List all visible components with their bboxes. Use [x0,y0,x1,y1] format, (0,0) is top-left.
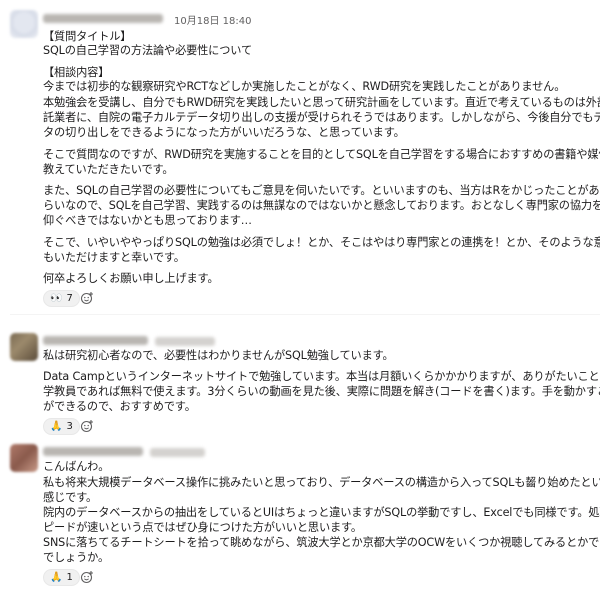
message-line: また、SQLの自己学習の必要性についてもご意見を伺いたいです。といいますのも、当… [43,184,600,197]
message-line: 私も将来大規模データベース操作に挑みたいと思っており、データベースの構造から入っ… [43,476,600,489]
add-reaction-icon[interactable] [80,291,94,305]
message-line: ピードが速いという点ではぜひ身につけた方がいいと思います。 [43,521,362,534]
message-line: ができるので、おすすめです。 [43,400,196,413]
pray-emoji-icon: 🙏 [50,572,63,583]
author-name-blurred[interactable] [43,447,143,456]
add-reaction-icon[interactable] [80,419,94,433]
message-line: こんばんわ。 [43,460,110,473]
message-line: 【質問タイトル】 [43,30,132,43]
message-line: 仰ぐべきではないかとも思っております… [43,214,252,227]
message-timestamp[interactable]: 10月18日 18:40 [174,12,251,27]
avatar[interactable] [10,444,38,472]
message-line: らいなので、SQLを自己学習、実践するのは無謀なのではないかと懸念しております。… [43,199,600,212]
message-line: 院内のデータベースからの抽出をしているとUIはちょっと違いますがSQLの挙動です… [43,506,600,519]
message-divider [10,314,600,315]
message-line: 本勉強会を受講し、自分でもRWD研究を実践したいと思って研究計画をしています。直… [43,96,600,109]
reaction-pray[interactable]: 🙏 3 [43,418,80,435]
author-name-blurred[interactable] [43,14,163,23]
timestamp-blurred[interactable] [155,337,215,346]
reaction-eyes[interactable]: 👀 7 [43,290,80,307]
reaction-count: 3 [66,421,73,432]
message-line: もいただけますと幸いです。 [43,251,185,264]
message-line: SNSに落ちてるチートシートを拾って眺めながら、筑波大学とか京都大学のOCWをい… [43,536,600,549]
author-name-blurred[interactable] [43,336,148,345]
pray-emoji-icon: 🙏 [50,421,63,432]
message-1: 10月18日 18:40 【質問タイトル】 SQLの自己学習の方法論や必要性につ… [0,0,600,307]
message-line: 今までは初歩的な観察研究やRCTなどしか実施したことがなく、RWD研究を実践した… [43,80,566,93]
reaction-count: 1 [66,572,73,583]
message-line: SQLの自己学習の方法論や必要性について [43,44,252,57]
message-line: 教えていただきたいです。 [43,163,174,176]
message-line: そこで質問なのですが、RWD研究を実施することを目的としてSQLを自己学習をする… [43,148,600,161]
avatar[interactable] [10,10,38,38]
message-line: でしょうか。 [43,551,110,564]
reaction-count: 7 [66,293,73,304]
eyes-emoji-icon: 👀 [50,293,63,304]
message-line: 【相談内容】 [43,66,110,79]
avatar[interactable] [10,333,38,361]
message-line: タの切り出しをできるようになった方がいいだろうな、と思っています。 [43,126,405,139]
message-line: 託業者に、自院の電子カルテデータ切り出しの支援が受けられそうではあります。しかし… [43,111,600,124]
reaction-pray[interactable]: 🙏 1 [43,569,80,586]
add-reaction-icon[interactable] [80,570,94,584]
message-line: Data Campというインターネットサイトで勉強しています。本当は月額いくらか… [43,370,600,383]
message-line: 何卒よろしくお願い申し上げます。 [43,272,219,285]
timestamp-blurred[interactable] [150,448,205,457]
message-line: 学教員であれば無料で使えます。3分くらいの動画を見た後、実際に問題を解き(コード… [43,385,600,398]
message-line: 感じです。 [43,491,98,504]
message-line: そこで、いやいややっぱりSQLの勉強は必須でしょ！とか、そこはやはり専門家との連… [43,236,600,249]
message-line: 私は研究初心者なので、必要性はわかりませんがSQL勉強しています。 [43,349,394,362]
